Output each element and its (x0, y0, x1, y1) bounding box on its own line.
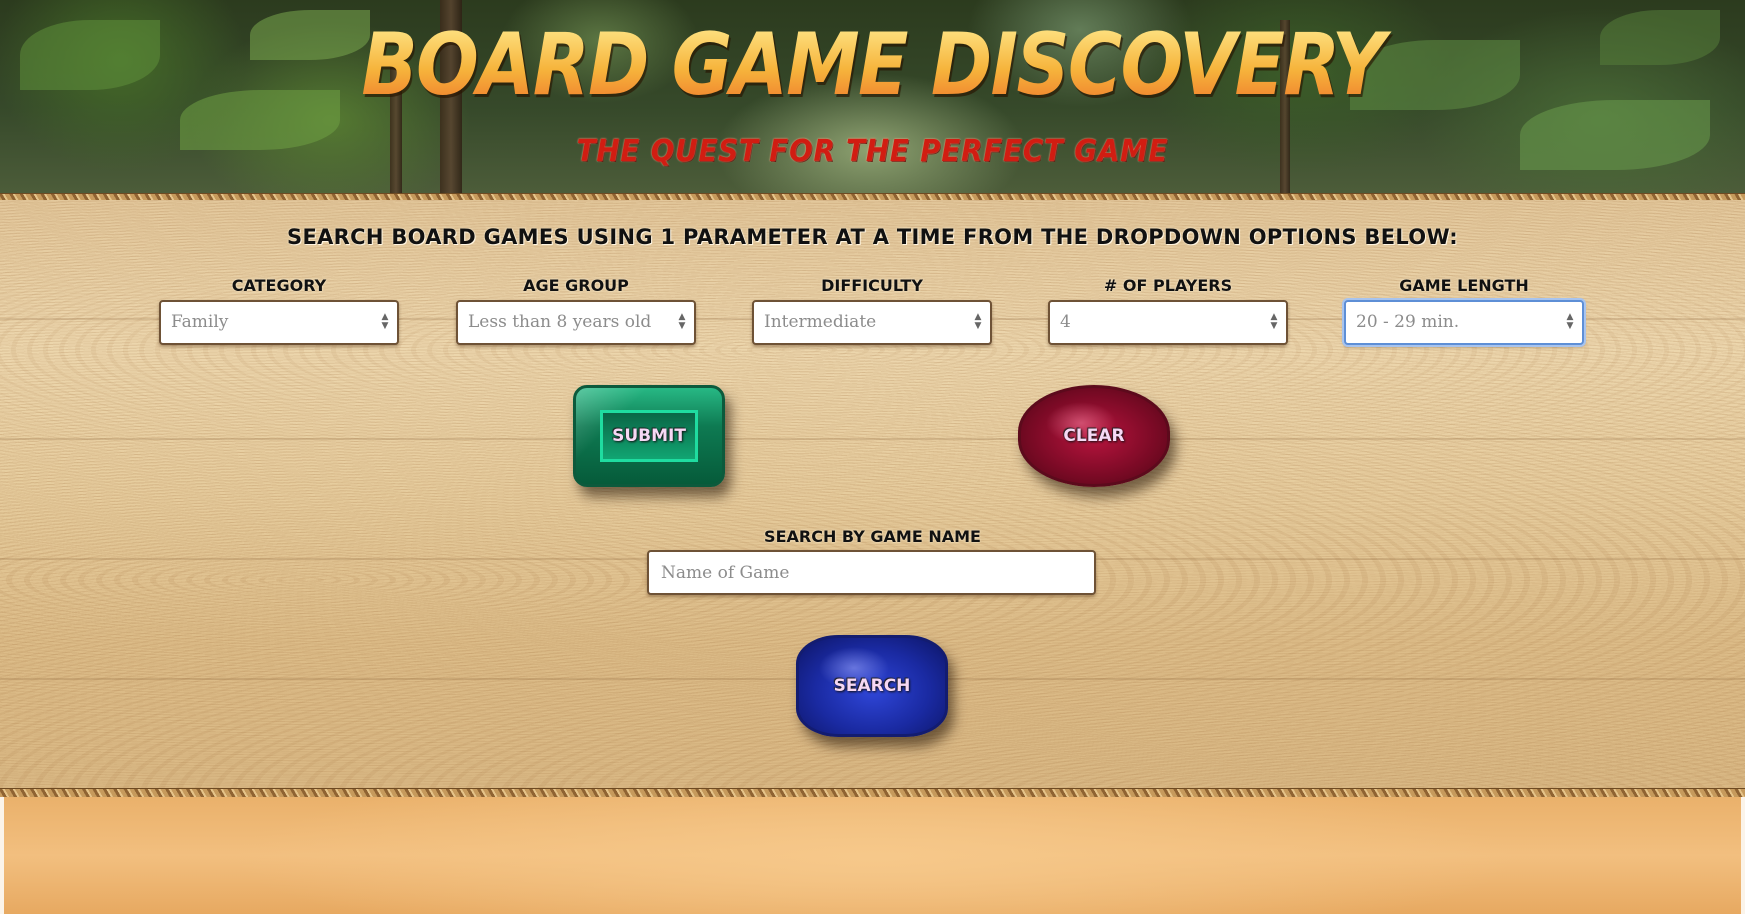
category-select-value: Family (171, 312, 229, 332)
site-subtitle: THE QUEST FOR THE PERFECT GAME (576, 134, 1169, 169)
game-length-label: GAME LENGTH (1399, 276, 1529, 295)
category-field: CATEGORY Family ▲ ▼ (159, 276, 399, 345)
select-arrows-icon: ▲ ▼ (1270, 312, 1278, 331)
game-length-select[interactable]: 20 - 29 min. ▲ ▼ (1344, 300, 1584, 345)
players-field: # OF PLAYERS 4 ▲ ▼ (1048, 276, 1288, 345)
difficulty-field: DIFFICULTY Intermediate ▲ ▼ (752, 276, 992, 345)
clear-button[interactable]: CLEAR (1018, 385, 1170, 487)
clear-button-label: CLEAR (1063, 426, 1125, 446)
submit-button[interactable]: SUBMIT (573, 385, 725, 487)
players-select-value: 4 (1060, 312, 1071, 332)
site-title: BOARD GAME DISCOVERY (122, 22, 1623, 108)
game-name-placeholder: Name of Game (661, 563, 790, 583)
difficulty-label: DIFFICULTY (821, 276, 923, 295)
game-name-label: SEARCH BY GAME NAME (764, 527, 981, 546)
category-select[interactable]: Family ▲ ▼ (159, 300, 399, 345)
select-arrows-icon: ▲ ▼ (974, 312, 982, 331)
category-label: CATEGORY (231, 276, 327, 295)
age-group-label: AGE GROUP (523, 276, 629, 295)
submit-button-label: SUBMIT (612, 426, 686, 446)
players-select[interactable]: 4 ▲ ▼ (1048, 300, 1288, 345)
parchment-footer (0, 797, 1745, 914)
game-length-field: GAME LENGTH 20 - 29 min. ▲ ▼ (1344, 276, 1584, 345)
search-button[interactable]: SEARCH (796, 635, 948, 737)
select-arrows-icon: ▲ ▼ (678, 312, 686, 331)
select-arrows-icon: ▲ ▼ (381, 312, 389, 331)
players-label: # OF PLAYERS (1103, 276, 1233, 295)
age-group-select[interactable]: Less than 8 years old ▲ ▼ (456, 300, 696, 345)
select-arrows-icon: ▲ ▼ (1566, 312, 1574, 331)
difficulty-select[interactable]: Intermediate ▲ ▼ (752, 300, 992, 345)
age-group-field: AGE GROUP Less than 8 years old ▲ ▼ (456, 276, 696, 345)
search-instructions-heading: SEARCH BOARD GAMES USING 1 PARAMETER AT … (287, 225, 1458, 249)
difficulty-select-value: Intermediate (764, 312, 877, 332)
game-length-select-value: 20 - 29 min. (1356, 312, 1460, 332)
jungle-header: BOARD GAME DISCOVERY THE QUEST FOR THE P… (0, 0, 1745, 195)
search-button-label: SEARCH (833, 676, 911, 696)
age-group-select-value: Less than 8 years old (468, 312, 652, 332)
game-name-input[interactable]: Name of Game (647, 550, 1096, 595)
